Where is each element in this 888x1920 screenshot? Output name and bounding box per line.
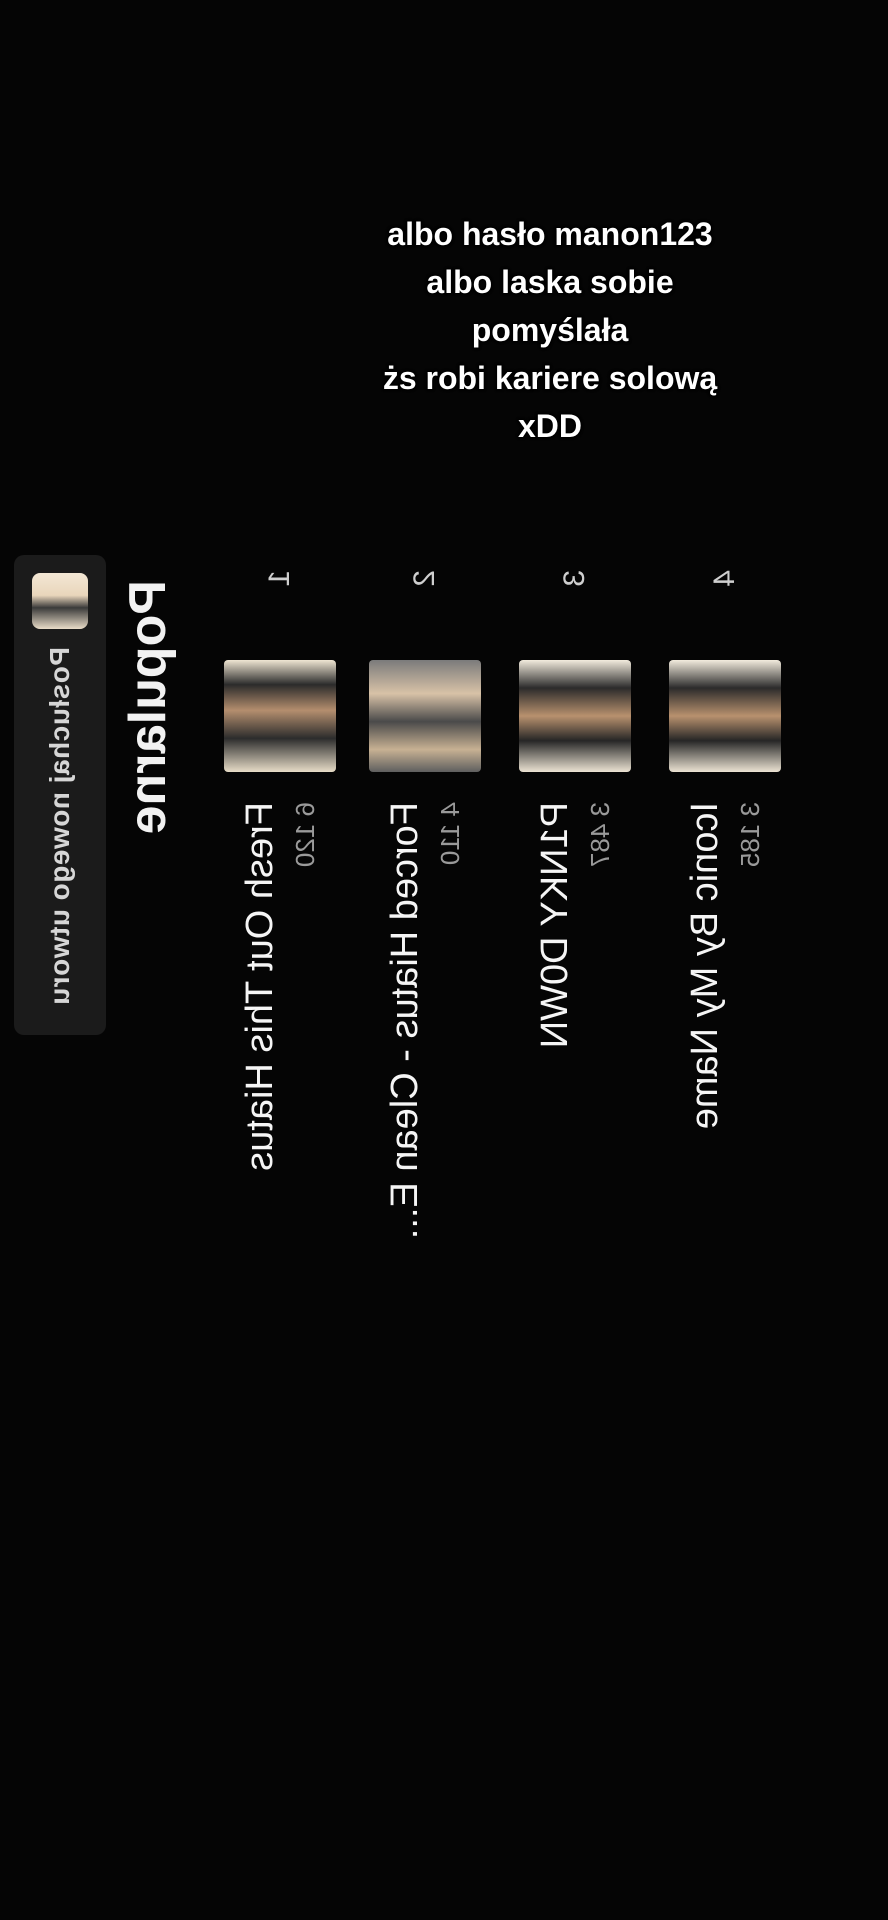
track-rank: 3 — [558, 570, 591, 587]
mirrored-top-bar: Posłuchaj nowego utworu — [0, 0, 120, 1920]
caption-line: żs robi kariere solową xDD — [382, 360, 718, 444]
mirrored-track-row[interactable]: 1 Fresh Out This Hiatus 6 120 — [210, 560, 350, 1850]
new-track-thumbnail — [32, 573, 88, 629]
track-rank: 2 — [408, 570, 441, 587]
track-plays: 4 110 — [435, 802, 465, 866]
track-plays: 3 487 — [585, 802, 615, 868]
track-rank: 4 — [708, 570, 741, 587]
track-plays: 3 185 — [735, 802, 765, 868]
mirrored-listen-new-track-button[interactable]: Posłuchaj nowego utworu — [14, 555, 106, 1036]
track-title: Fresh Out This Hiatus — [239, 802, 281, 1171]
caption-line: albo hasło manon123 — [387, 216, 713, 252]
mirrored-track-row[interactable]: 4 Iconic By My Name 3 185 — [655, 560, 795, 1850]
track-title: Forced Hiatus - Clean E... — [384, 802, 426, 1240]
caption-line: albo laska sobie pomyślała — [426, 264, 674, 348]
mirrored-popular-section-title: Popularne — [119, 580, 177, 835]
track-cover — [519, 660, 631, 772]
overlay-caption: albo hasło manon123 albo laska sobie pom… — [360, 210, 740, 450]
track-title: P1NKY D0WN — [534, 802, 576, 1049]
track-plays: 6 120 — [290, 802, 320, 868]
listen-new-track-label: Posłuchaj nowego utworu — [44, 647, 75, 1006]
track-cover — [669, 660, 781, 772]
track-rank: 1 — [263, 570, 296, 587]
track-title: Iconic By My Name — [684, 802, 726, 1130]
track-cover — [224, 660, 336, 772]
mirrored-track-row[interactable]: 2 Forced Hiatus - Clean E... 4 110 — [355, 560, 495, 1850]
track-cover — [369, 660, 481, 772]
mirrored-track-row[interactable]: 3 P1NKY D0WN 3 487 — [505, 560, 645, 1850]
